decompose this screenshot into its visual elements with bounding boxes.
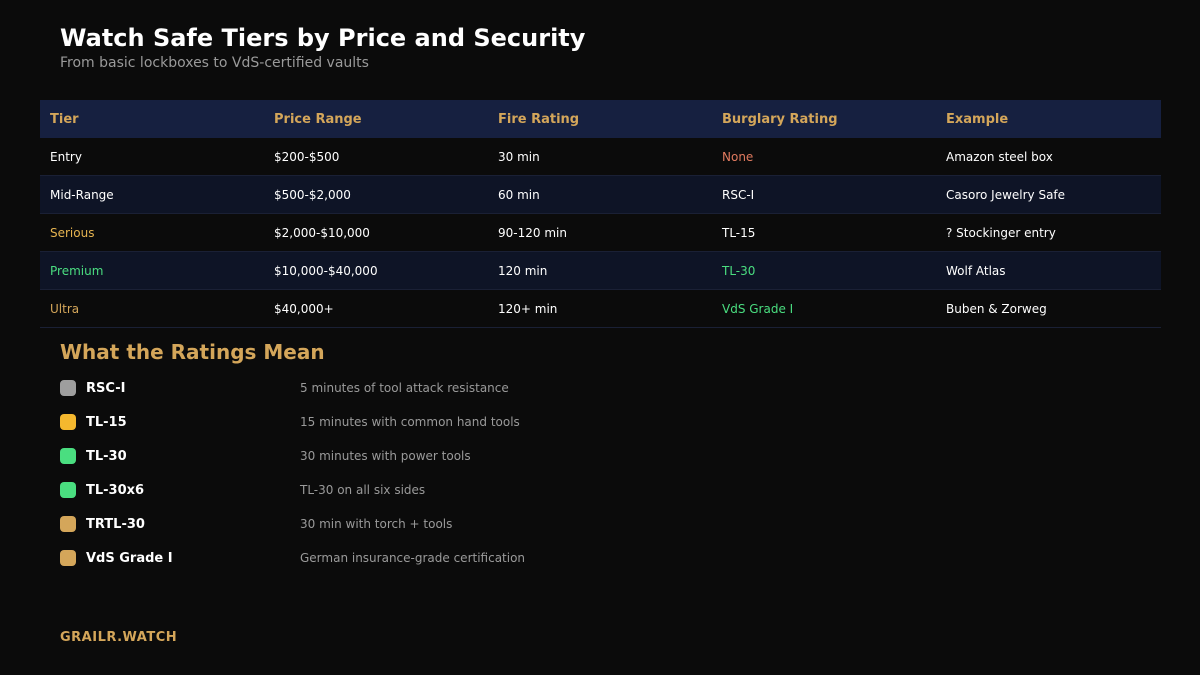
table-header-row: Tier Price Range Fire Rating Burglary Ra… bbox=[40, 100, 1161, 138]
rating-color-swatch bbox=[60, 448, 76, 464]
ratings-section-title: What the Ratings Mean bbox=[60, 340, 325, 364]
example-cell: Casoro Jewelry Safe bbox=[946, 187, 1066, 202]
rating-color-swatch bbox=[60, 380, 76, 396]
price-range-cell: $40,000+ bbox=[274, 301, 334, 316]
example-cell: Buben & Zorweg bbox=[946, 301, 1047, 316]
table-row: Serious $2,000-$10,000 90-120 min TL-15 … bbox=[40, 214, 1161, 252]
page-subtitle: From basic lockboxes to VdS-certified va… bbox=[60, 55, 369, 71]
fire-rating-cell: 60 min bbox=[498, 187, 540, 202]
column-header-tier: Tier bbox=[50, 111, 79, 127]
rating-name: TL-30x6 bbox=[86, 482, 145, 498]
example-cell: ? Stockinger entry bbox=[946, 225, 1056, 240]
fire-rating-cell: 120 min bbox=[498, 263, 548, 278]
rating-description: German insurance-grade certification bbox=[300, 551, 526, 565]
burglary-rating-cell: TL-15 bbox=[722, 225, 756, 240]
table-row: Ultra $40,000+ 120+ min VdS Grade I Bube… bbox=[40, 290, 1161, 328]
brand-footer: GRAILR.WATCH bbox=[60, 630, 178, 645]
column-header-price-range: Price Range bbox=[274, 111, 362, 127]
rating-color-swatch bbox=[60, 482, 76, 498]
table-row: Entry $200-$500 30 min None Amazon steel… bbox=[40, 138, 1161, 176]
tier-cell: Ultra bbox=[50, 301, 80, 316]
price-range-cell: $500-$2,000 bbox=[274, 187, 351, 202]
table-row: Mid-Range $500-$2,000 60 min RSC-I Casor… bbox=[40, 176, 1161, 214]
table-row: Premium $10,000-$40,000 120 min TL-30 Wo… bbox=[40, 252, 1161, 290]
rating-description: 5 minutes of tool attack resistance bbox=[300, 381, 509, 395]
example-cell: Wolf Atlas bbox=[946, 263, 1006, 278]
burglary-rating-cell: TL-30 bbox=[722, 263, 756, 278]
rating-name: TL-15 bbox=[86, 414, 127, 430]
rating-description: 15 minutes with common hand tools bbox=[300, 415, 520, 429]
rating-name: RSC-I bbox=[86, 380, 126, 396]
rating-color-swatch bbox=[60, 414, 76, 430]
rating-description: 30 min with torch + tools bbox=[300, 517, 453, 531]
rating-name: TL-30 bbox=[86, 448, 127, 464]
page-title: Watch Safe Tiers by Price and Security bbox=[60, 24, 586, 52]
burglary-rating-cell: RSC-I bbox=[722, 187, 755, 202]
rating-color-swatch bbox=[60, 516, 76, 532]
price-range-cell: $10,000-$40,000 bbox=[274, 263, 378, 278]
fire-rating-cell: 30 min bbox=[498, 149, 540, 164]
column-header-fire-rating: Fire Rating bbox=[498, 111, 580, 127]
rating-color-swatch bbox=[60, 550, 76, 566]
rating-description: TL-30 on all six sides bbox=[300, 483, 426, 497]
burglary-rating-cell: VdS Grade I bbox=[722, 301, 794, 316]
rating-name: VdS Grade I bbox=[86, 550, 173, 566]
example-cell: Amazon steel box bbox=[946, 149, 1053, 164]
tier-cell: Mid-Range bbox=[50, 187, 114, 202]
rating-item-rsc-i: RSC-I 5 minutes of tool attack resistanc… bbox=[60, 371, 760, 405]
price-range-cell: $2,000-$10,000 bbox=[274, 225, 370, 240]
price-range-cell: $200-$500 bbox=[274, 149, 340, 164]
rating-item-tl-15: TL-15 15 minutes with common hand tools bbox=[60, 405, 760, 439]
rating-item-tl-30: TL-30 30 minutes with power tools bbox=[60, 439, 760, 473]
rating-item-vds-grade-i: VdS Grade I German insurance-grade certi… bbox=[60, 541, 760, 575]
rating-item-trtl-30: TRTL-30 30 min with torch + tools bbox=[60, 507, 760, 541]
fire-rating-cell: 120+ min bbox=[498, 301, 558, 316]
ratings-legend: RSC-I 5 minutes of tool attack resistanc… bbox=[60, 371, 760, 575]
column-header-example: Example bbox=[946, 111, 1009, 127]
tier-cell: Premium bbox=[50, 263, 104, 278]
rating-description: 30 minutes with power tools bbox=[300, 449, 471, 463]
burglary-rating-cell: None bbox=[722, 149, 754, 164]
column-header-burglary-rating: Burglary Rating bbox=[722, 111, 838, 127]
fire-rating-cell: 90-120 min bbox=[498, 225, 567, 240]
tier-cell: Entry bbox=[50, 149, 82, 164]
safe-tiers-table: Tier Price Range Fire Rating Burglary Ra… bbox=[40, 100, 1161, 328]
rating-name: TRTL-30 bbox=[86, 516, 145, 532]
tier-cell: Serious bbox=[50, 225, 95, 240]
rating-item-tl-30x6: TL-30x6 TL-30 on all six sides bbox=[60, 473, 760, 507]
